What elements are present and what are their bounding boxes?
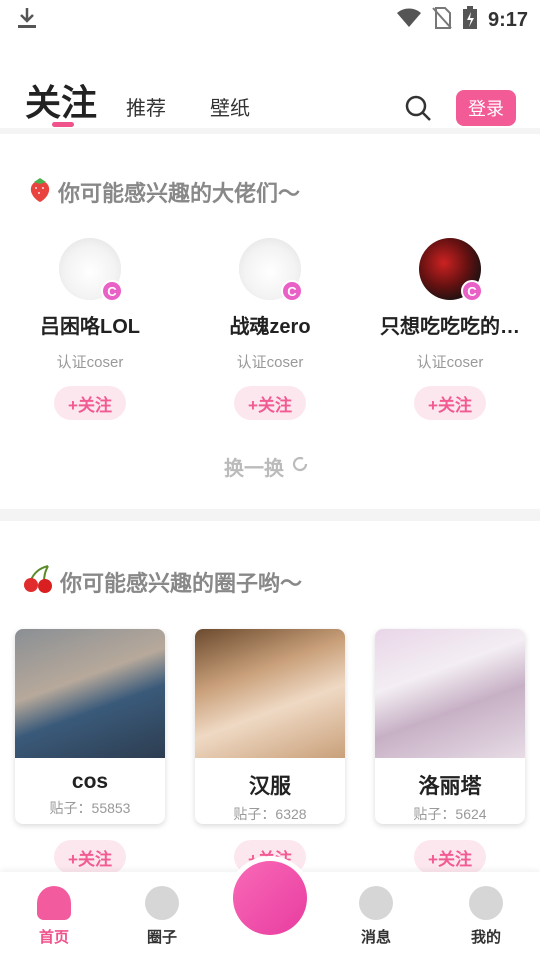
section-title-text: 你可能感兴趣的圈子哟～ <box>60 571 303 596</box>
circle-card[interactable]: 洛丽塔 贴子：5624 <box>375 629 525 824</box>
divider <box>0 128 540 134</box>
chat-bubble-icon <box>359 886 393 920</box>
refresh-icon <box>290 454 310 480</box>
circle-card[interactable]: cos 贴子：55853 <box>15 629 165 824</box>
nav-circle[interactable]: 圈子 <box>122 886 202 947</box>
circle-cover <box>375 629 525 758</box>
clock: 9:17 <box>487 9 528 31</box>
cherry-icon <box>22 564 56 600</box>
follow-button[interactable]: +关注 <box>234 386 306 420</box>
strawberry-icon <box>26 175 54 209</box>
publish-button[interactable] <box>228 856 312 940</box>
refresh-button[interactable]: 换一换 <box>224 452 310 481</box>
section-title-users: 你可能感兴趣的大佬们～ <box>26 175 300 209</box>
user-subtitle: 认证coser <box>236 354 304 371</box>
user-subtitle: 认证coser <box>416 354 484 371</box>
avatar[interactable]: C <box>59 238 123 302</box>
no-sim-icon <box>432 7 452 34</box>
nav-label: 我的 <box>470 929 501 946</box>
login-button[interactable]: 登录 <box>456 90 516 126</box>
follow-circle-button[interactable]: +关注 <box>54 840 126 874</box>
user-name: 只想吃吃吃的… <box>380 316 520 338</box>
coser-badge: C <box>101 280 123 302</box>
tab-indicator <box>52 122 74 127</box>
status-bar: 9:17 <box>0 0 540 40</box>
divider <box>0 509 540 521</box>
follow-button[interactable]: +关注 <box>54 386 126 420</box>
profile-face-icon <box>469 886 503 920</box>
tab-follow[interactable]: 关注 <box>25 74 97 126</box>
section-title-text: 你可能感兴趣的大佬们～ <box>58 181 301 206</box>
user-subtitle: 认证coser <box>56 354 124 371</box>
circle-name: cos <box>71 770 109 793</box>
tab-recommend[interactable]: 推荐 <box>126 92 166 121</box>
avatar[interactable]: C <box>419 238 483 302</box>
user-card[interactable]: C 战魂zero 认证coser +关注 <box>180 238 360 420</box>
coser-badge: C <box>461 280 483 302</box>
circle-post-count: 贴子：5624 <box>413 806 487 822</box>
follow-circle-button[interactable]: +关注 <box>414 840 486 874</box>
app-root: 9:17 关注 推荐 壁纸 登录 你可能感兴趣的大佬们～ C 吕困咯LOL 认证… <box>0 0 540 960</box>
circle-name: 汉服 <box>249 775 291 798</box>
follow-button[interactable]: +关注 <box>414 386 486 420</box>
tab-wallpaper[interactable]: 壁纸 <box>210 92 250 121</box>
ghost-home-icon <box>37 886 71 920</box>
circle-cover <box>195 629 345 758</box>
wifi-icon <box>396 8 422 33</box>
coser-badge: C <box>281 280 303 302</box>
nav-mine[interactable]: 我的 <box>446 886 526 947</box>
user-card[interactable]: C 吕困咯LOL 认证coser +关注 <box>0 238 180 420</box>
user-name: 战魂zero <box>229 316 311 338</box>
circle-name: 洛丽塔 <box>418 775 482 798</box>
circle-card[interactable]: 汉服 贴子：6328 <box>195 629 345 824</box>
circle-cover <box>15 629 165 758</box>
nav-label: 消息 <box>360 929 391 946</box>
planet-icon <box>145 886 179 920</box>
avatar[interactable]: C <box>239 238 303 302</box>
user-name: 吕困咯LOL <box>40 316 140 338</box>
refresh-label: 换一换 <box>224 458 284 480</box>
battery-icon <box>462 6 478 35</box>
bottom-nav: 首页 圈子 消息 我的 <box>0 856 540 960</box>
search-icon[interactable] <box>404 94 432 122</box>
mascot-icon <box>233 861 307 935</box>
user-card[interactable]: C 只想吃吃吃的… 认证coser +关注 <box>360 238 540 420</box>
nav-home[interactable]: 首页 <box>14 886 94 947</box>
nav-message[interactable]: 消息 <box>336 886 416 947</box>
circle-post-count: 贴子：55853 <box>49 800 131 816</box>
nav-label: 首页 <box>38 929 69 946</box>
nav-label: 圈子 <box>146 929 177 946</box>
circle-post-count: 贴子：6328 <box>233 806 307 822</box>
section-title-circles: 你可能感兴趣的圈子哟～ <box>22 564 302 600</box>
download-icon <box>16 6 38 35</box>
